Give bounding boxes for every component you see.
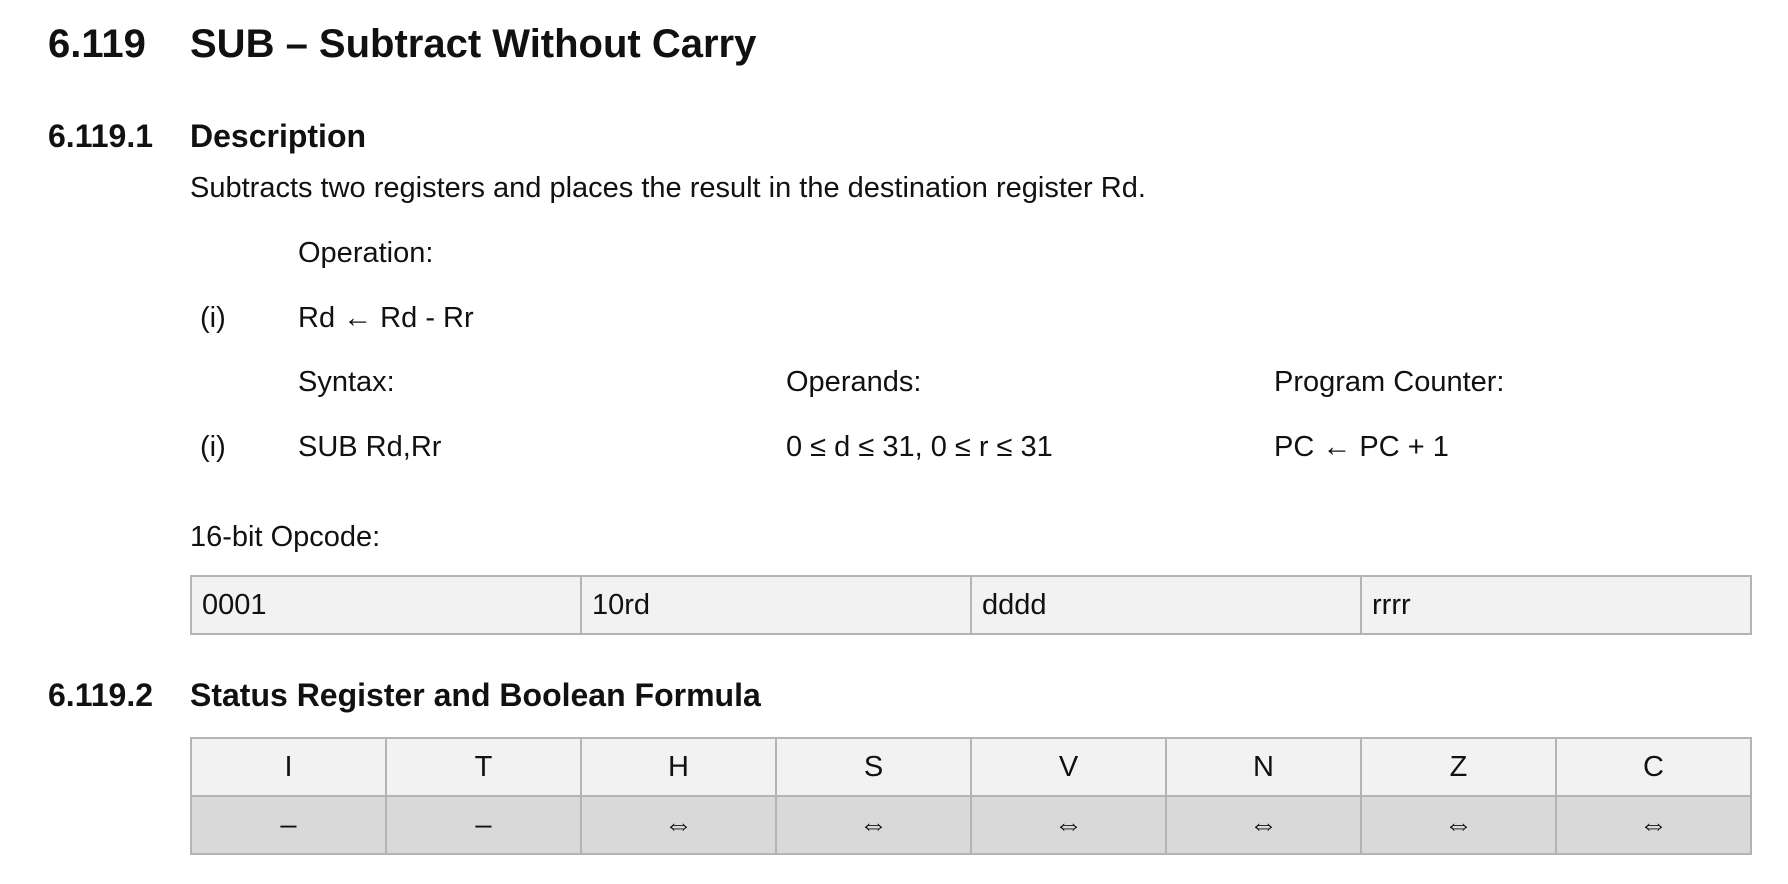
description-title: Description	[190, 118, 367, 154]
flag-t: T	[385, 737, 582, 797]
syntax-index: (i)	[200, 431, 226, 463]
flag-value-row: – – ⇔ ⇔ ⇔ ⇔ ⇔ ⇔	[190, 795, 1752, 855]
flag-v: V	[970, 737, 1167, 797]
flag-h: H	[580, 737, 777, 797]
flag-header-row: I T H S V N Z C	[190, 737, 1752, 797]
opcode-label: 16-bit Opcode:	[190, 521, 381, 553]
flag-i-value: –	[190, 795, 387, 855]
opcode-cell: dddd	[970, 575, 1362, 635]
operation-formula: Rd ← Rd - Rr	[298, 302, 474, 334]
operands-value: 0 ≤ d ≤ 31, 0 ≤ r ≤ 31	[786, 431, 1053, 463]
flag-z-value: ⇔	[1360, 795, 1557, 855]
flag-n: N	[1165, 737, 1362, 797]
opcode-table: 0001 10rd dddd rrrr	[190, 575, 1752, 635]
flag-s: S	[775, 737, 972, 797]
status-number: 6.119.2	[48, 677, 153, 713]
flag-i: I	[190, 737, 387, 797]
description-text: Subtracts two registers and places the r…	[190, 172, 1146, 204]
operation-index: (i)	[200, 302, 226, 334]
opcode-cell: 0001	[190, 575, 582, 635]
flag-t-value: –	[385, 795, 582, 855]
flag-v-value: ⇔	[970, 795, 1167, 855]
opcode-cell: 10rd	[580, 575, 972, 635]
flag-s-value: ⇔	[775, 795, 972, 855]
operation-label: Operation:	[298, 237, 434, 269]
opcode-cell: rrrr	[1360, 575, 1752, 635]
syntax-label: Syntax:	[298, 366, 395, 398]
syntax-value: SUB Rd,Rr	[298, 431, 442, 463]
status-register-table: I T H S V N Z C – – ⇔ ⇔ ⇔ ⇔ ⇔ ⇔	[190, 737, 1752, 855]
flag-h-value: ⇔	[580, 795, 777, 855]
status-title: Status Register and Boolean Formula	[190, 677, 761, 713]
flag-n-value: ⇔	[1165, 795, 1362, 855]
page-title: SUB – Subtract Without Carry	[190, 22, 757, 66]
program-counter-value: PC ← PC + 1	[1274, 431, 1449, 463]
flag-c: C	[1555, 737, 1752, 797]
description-number: 6.119.1	[48, 118, 153, 154]
program-counter-label: Program Counter:	[1274, 366, 1505, 398]
section-number: 6.119	[48, 22, 146, 66]
operands-label: Operands:	[786, 366, 922, 398]
flag-z: Z	[1360, 737, 1557, 797]
flag-c-value: ⇔	[1555, 795, 1752, 855]
